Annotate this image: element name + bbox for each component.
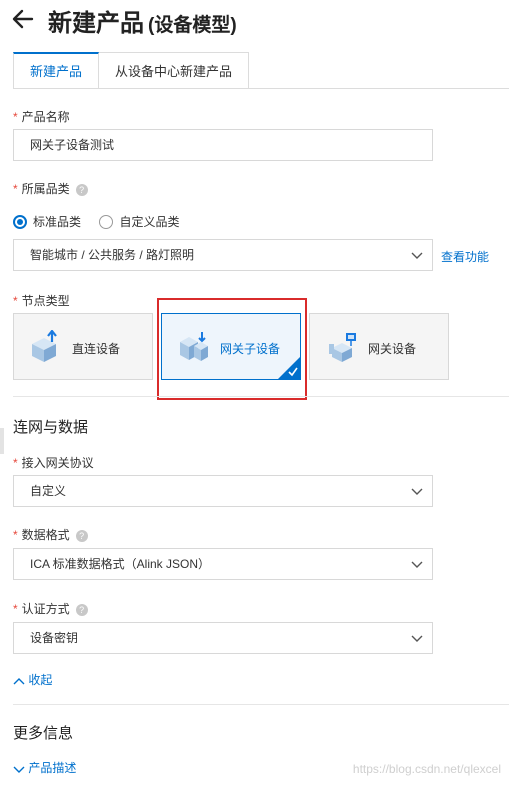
protocol-select-value: 自定义 [30, 484, 67, 498]
help-icon[interactable]: ? [75, 529, 88, 542]
node-card-label: 网关设备 [368, 342, 417, 356]
product-name-input[interactable]: 网关子设备测试 [13, 129, 433, 161]
auth-label: * 认证方式? [13, 600, 88, 617]
watermark: https://blog.csdn.net/qlexcel [352, 762, 501, 776]
required-mark: * [13, 528, 18, 542]
required-mark: * [13, 182, 18, 196]
tab-bar: 新建产品 从设备中心新建产品 [13, 52, 250, 88]
radio-custom-category[interactable]: 自定义品类 [99, 213, 179, 230]
protocol-select[interactable]: 自定义 [13, 475, 433, 507]
back-arrow-icon[interactable] [10, 6, 36, 32]
protocol-label: * 接入网关协议 [13, 456, 94, 470]
side-drag-handle[interactable] [0, 428, 4, 454]
network-section-title: 连网与数据 [13, 419, 89, 436]
collapse-toggle[interactable]: 收起 [13, 671, 52, 688]
node-card-gateway-device[interactable]: 网关设备 [309, 313, 449, 380]
tab-new-product[interactable]: 新建产品 [13, 52, 100, 88]
chevron-down-icon [411, 561, 423, 568]
more-info-section-title: 更多信息 [13, 725, 74, 742]
chevron-down-icon [411, 488, 423, 495]
direct-device-icon [32, 330, 57, 362]
category-select[interactable]: 智能城市 / 公共服务 / 路灯照明 [13, 239, 433, 271]
gateway-device-icon [329, 333, 356, 362]
category-label: * 所属品类? [13, 180, 88, 197]
required-mark: * [13, 294, 18, 308]
node-card-label: 直连设备 [72, 342, 121, 356]
tab-divider [13, 88, 509, 89]
help-icon[interactable]: ? [75, 603, 88, 616]
auth-select[interactable]: 设备密钥 [13, 622, 433, 654]
auth-select-value: 设备密钥 [30, 631, 79, 645]
page-title: 新建产品 (设备模型) [48, 3, 237, 38]
section-divider [13, 396, 509, 397]
radio-standard-category[interactable]: 标准品类 [13, 213, 81, 230]
product-description-toggle[interactable]: 产品描述 [13, 759, 76, 776]
chevron-down-icon [411, 635, 423, 642]
node-type-label: * 节点类型 [13, 294, 70, 308]
radio-unchecked-icon[interactable] [99, 214, 114, 229]
chevron-down-icon [13, 766, 25, 773]
required-mark: * [13, 602, 18, 616]
radio-checked-icon[interactable] [13, 214, 27, 229]
required-mark: * [13, 456, 18, 470]
page-title-text: 新建产品 [48, 10, 144, 37]
category-select-value: 智能城市 / 公共服务 / 路灯照明 [30, 248, 195, 262]
category-radio-group: 标准品类 自定义品类 [13, 213, 179, 231]
page-subtitle: (设备模型) [148, 15, 237, 36]
data-format-select-value: ICA 标准数据格式（Alink JSON） [30, 557, 211, 571]
tab-from-device-center[interactable]: 从设备中心新建产品 [99, 52, 250, 88]
help-icon[interactable]: ? [75, 183, 88, 196]
view-features-link[interactable]: 查看功能 [441, 248, 489, 265]
section-divider [13, 704, 509, 705]
product-name-label: * 产品名称 [13, 110, 70, 124]
data-format-label: * 数据格式? [13, 526, 88, 543]
chevron-up-icon [13, 677, 25, 685]
chevron-down-icon [411, 252, 423, 259]
required-mark: * [13, 110, 18, 124]
node-card-direct-device[interactable]: 直连设备 [13, 313, 153, 380]
highlight-box [157, 298, 307, 400]
data-format-select[interactable]: ICA 标准数据格式（Alink JSON） [13, 548, 433, 580]
